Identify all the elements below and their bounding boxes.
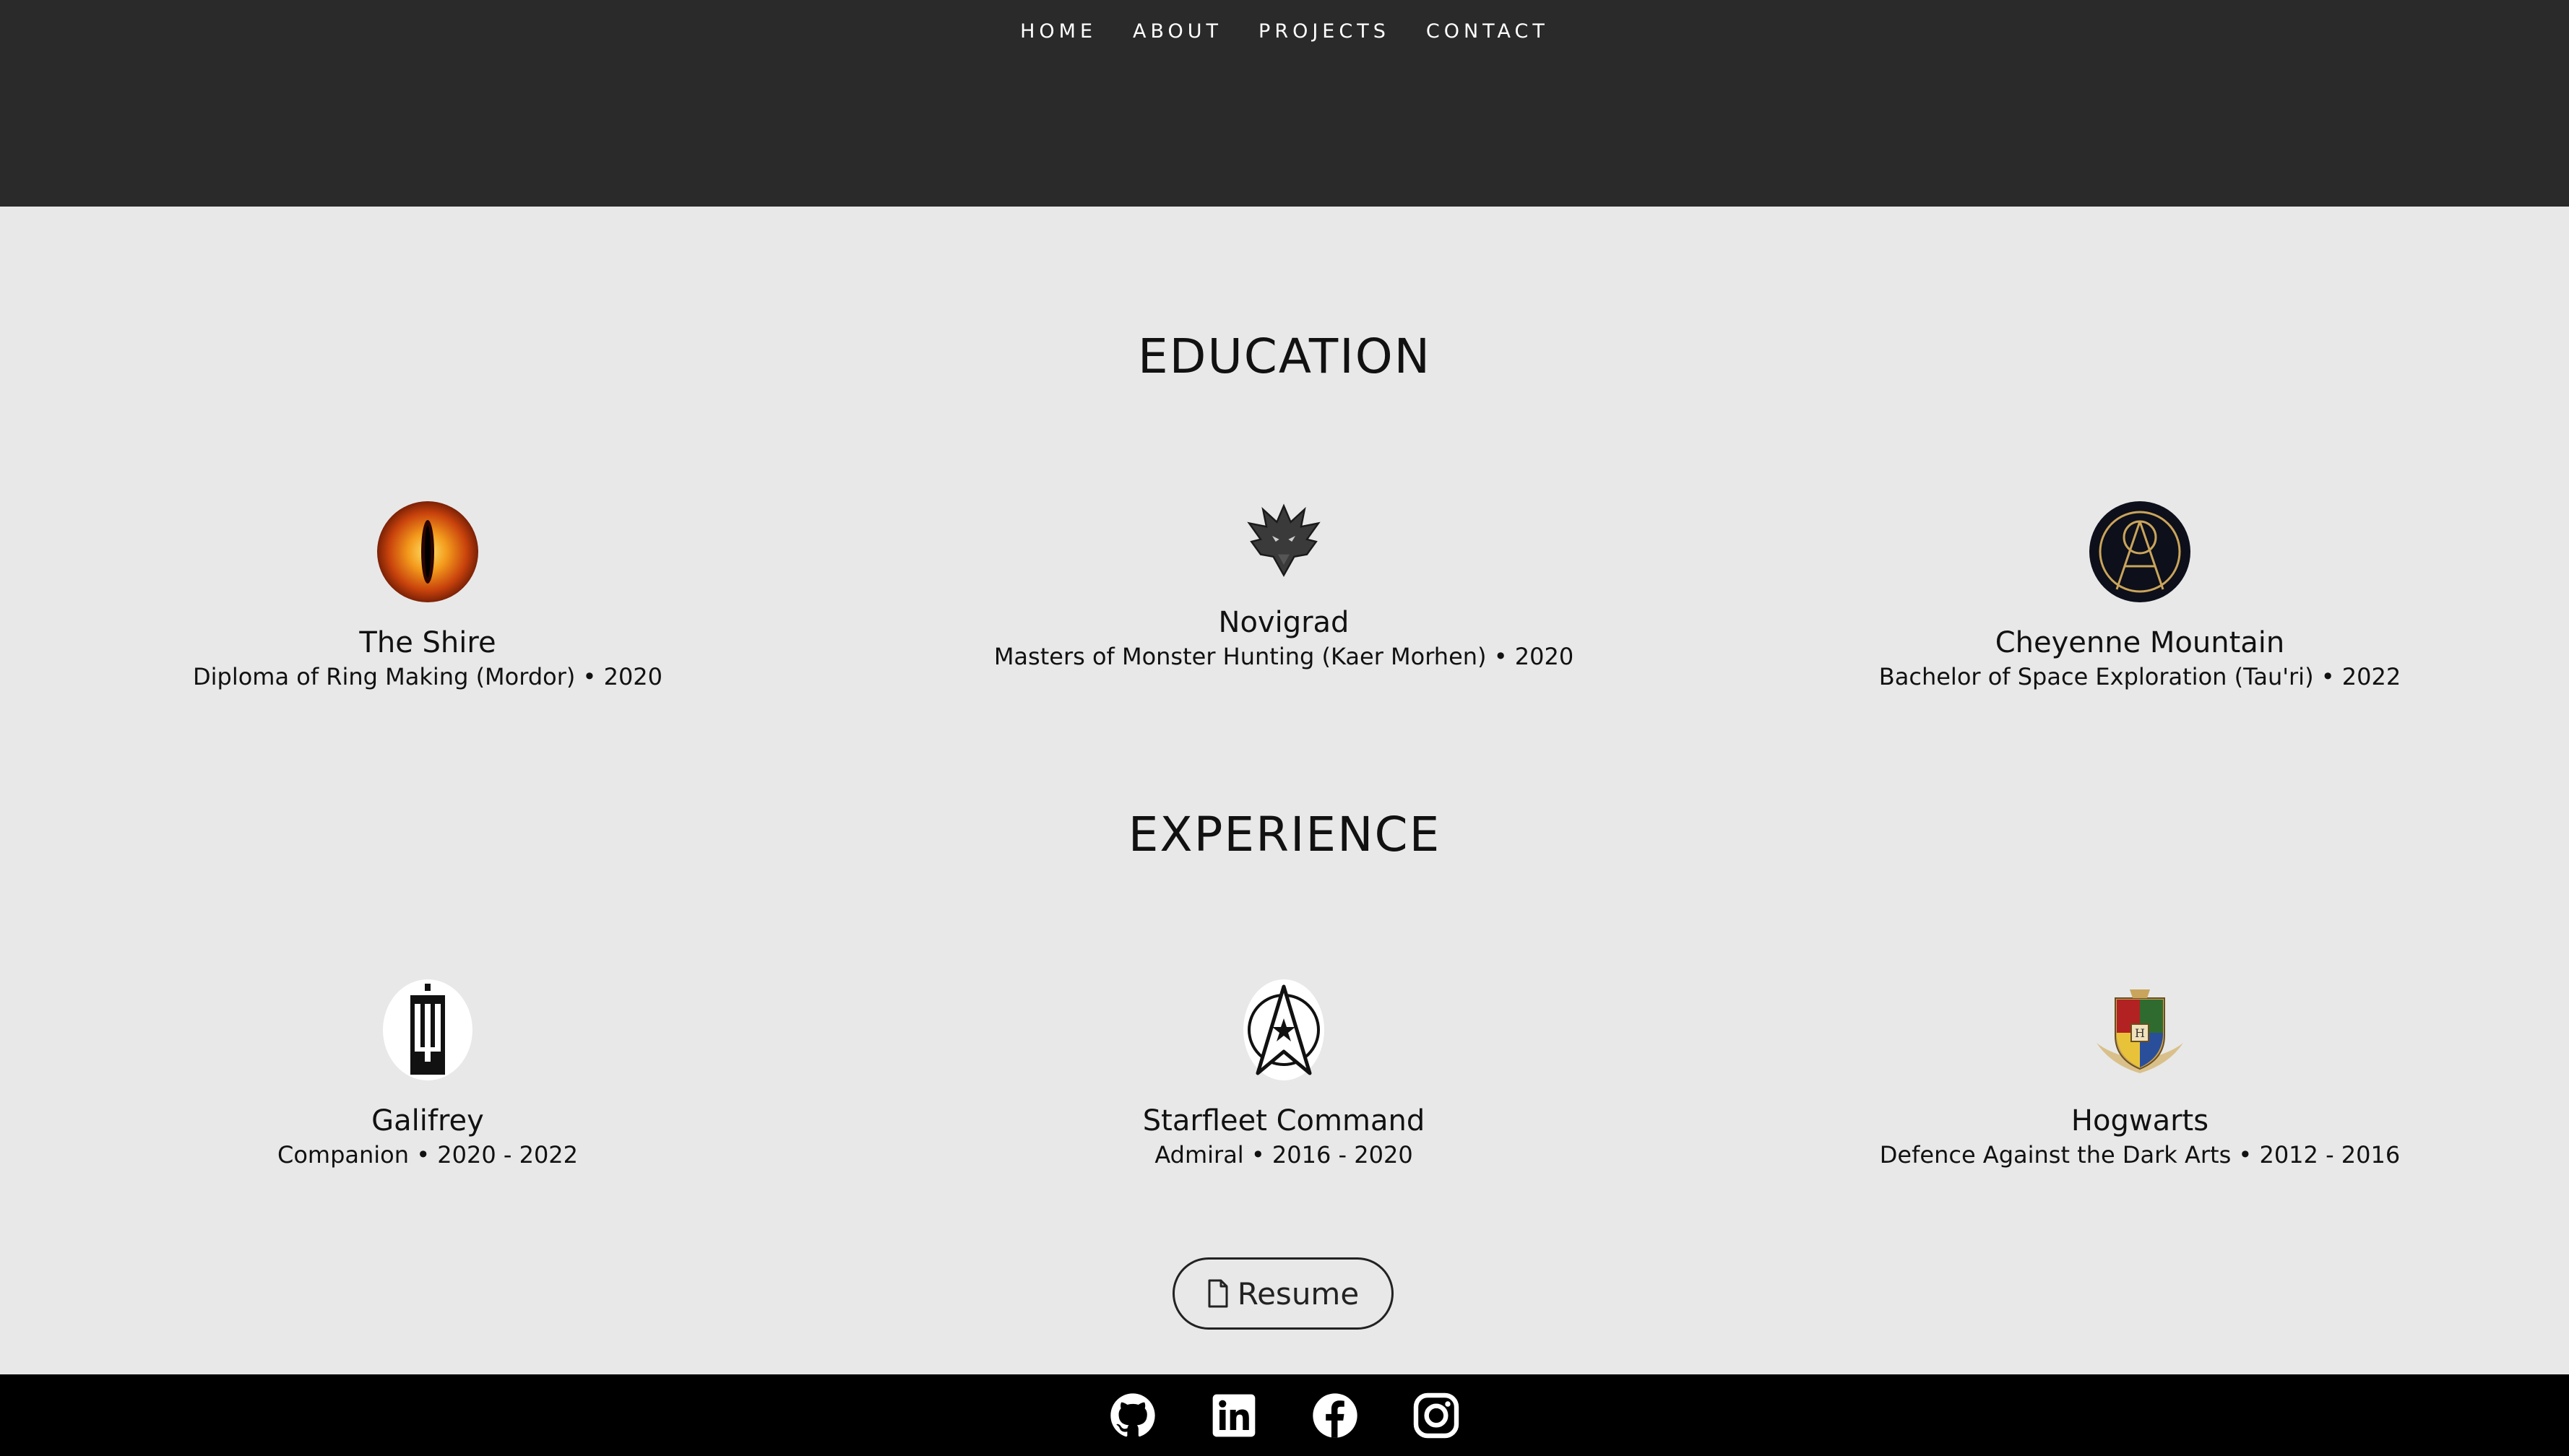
linkedin-icon[interactable] — [1211, 1392, 1257, 1439]
svg-text:H: H — [2135, 1026, 2145, 1040]
experience-name: Starfleet Command — [1142, 1104, 1425, 1138]
experience-grid: Galifrey Companion • 2020 - 2022 Starfle… — [0, 979, 2569, 1210]
education-detail: Diploma of Ring Making (Mordor) • 2020 — [192, 663, 663, 690]
education-title: EDUCATION — [1137, 329, 1432, 384]
tardis-logo-icon — [383, 979, 472, 1080]
experience-detail: Defence Against the Dark Arts • 2012 - 2… — [1879, 1141, 2401, 1169]
hogwarts-crest-icon: H — [2097, 989, 2183, 1073]
resume-label: Resume — [1237, 1275, 1360, 1312]
education-name: Novigrad — [1218, 606, 1350, 639]
header: HOME ABOUT PROJECTS CONTACT — [0, 0, 2569, 207]
experience-item: Starfleet Command Admiral • 2016 - 2020 — [923, 979, 1645, 1170]
education-grid: The Shire Diploma of Ring Making (Mordor… — [0, 501, 2569, 732]
starfleet-delta-icon — [1243, 979, 1324, 1080]
file-icon — [1208, 1279, 1228, 1308]
nav-home[interactable]: HOME — [1020, 17, 1097, 46]
experience-name: Hogwarts — [2071, 1104, 2209, 1138]
education-detail: Masters of Monster Hunting (Kaer Morhen)… — [993, 643, 1574, 670]
experience-detail: Companion • 2020 - 2022 — [277, 1141, 579, 1169]
experience-title: EXPERIENCE — [1128, 807, 1441, 862]
footer — [0, 1374, 2569, 1456]
experience-item: H Hogwarts Defence Against the Dark Arts… — [1779, 979, 2501, 1170]
wolf-medallion-icon — [1247, 503, 1321, 577]
education-item: Cheyenne Mountain Bachelor of Space Expl… — [1779, 501, 2501, 692]
education-detail: Bachelor of Space Exploration (Tau'ri) •… — [1878, 663, 2401, 690]
facebook-icon[interactable] — [1312, 1392, 1358, 1439]
experience-detail: Admiral • 2016 - 2020 — [1154, 1141, 1413, 1169]
github-icon[interactable] — [1110, 1392, 1156, 1439]
education-item: The Shire Diploma of Ring Making (Mordor… — [66, 501, 789, 692]
stargate-icon — [2089, 501, 2190, 602]
eye-of-sauron-icon — [377, 501, 478, 602]
nav-about[interactable]: ABOUT — [1133, 17, 1222, 46]
resume-button[interactable]: Resume — [1173, 1257, 1394, 1330]
education-name: The Shire — [359, 626, 496, 659]
instagram-icon[interactable] — [1413, 1392, 1459, 1439]
education-name: Cheyenne Mountain — [1995, 626, 2285, 659]
education-item: Novigrad Masters of Monster Hunting (Kae… — [923, 501, 1645, 672]
experience-name: Galifrey — [371, 1104, 484, 1138]
top-nav: HOME ABOUT PROJECTS CONTACT — [0, 17, 2569, 46]
nav-contact[interactable]: CONTACT — [1426, 17, 1549, 46]
nav-projects[interactable]: PROJECTS — [1258, 17, 1390, 46]
experience-item: Galifrey Companion • 2020 - 2022 — [66, 979, 789, 1170]
